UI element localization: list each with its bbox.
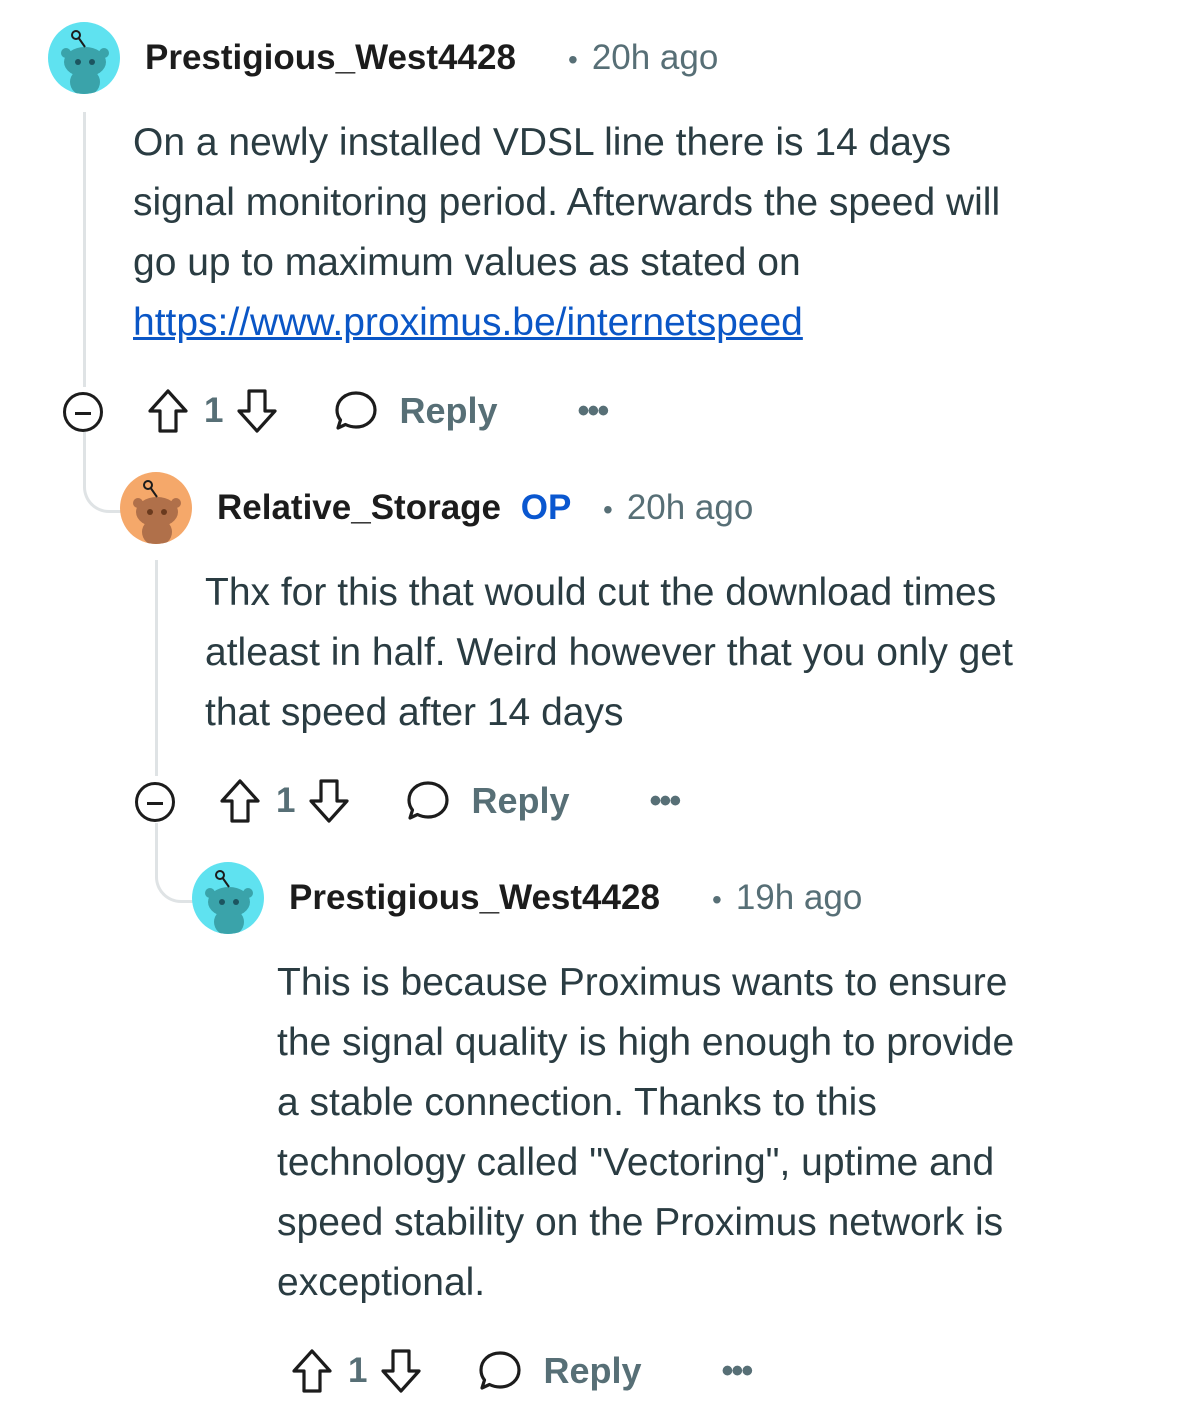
- comment-meta: • 20h ago: [554, 38, 718, 80]
- downvote-icon[interactable]: [379, 1347, 423, 1395]
- collapse-button[interactable]: [135, 782, 175, 822]
- comment-meta: • 20h ago: [589, 488, 753, 530]
- comment-line: atleast in half. Weird however that you …: [205, 631, 1013, 674]
- separator-dot: •: [712, 884, 722, 915]
- snoo-avatar-icon: [120, 472, 192, 544]
- comment-line: This is because Proximus wants to ensure: [277, 961, 1008, 1004]
- upvote-icon[interactable]: [218, 777, 262, 825]
- op-badge: OP: [520, 488, 572, 527]
- comment-body: This is because Proximus wants to ensure…: [277, 953, 1157, 1313]
- comment-line: go up to maximum values as stated on: [133, 241, 801, 284]
- comment-author[interactable]: Prestigious_West4428: [145, 38, 516, 78]
- comment-line: the signal quality is high enough to pro…: [277, 1021, 1015, 1064]
- downvote-icon[interactable]: [235, 387, 279, 435]
- downvote-icon[interactable]: [307, 777, 351, 825]
- reply-label: Reply: [543, 1350, 642, 1391]
- reply-bubble-icon: [407, 781, 450, 820]
- snoo-avatar-icon: [192, 862, 264, 934]
- reply-label: Reply: [399, 390, 498, 431]
- comment-actions: 1 Reply •••: [218, 776, 682, 826]
- upvote-icon[interactable]: [146, 387, 190, 435]
- comment-line: Thx for this that would cut the download…: [205, 571, 997, 614]
- comment-time[interactable]: 19h ago: [736, 878, 863, 917]
- author-name[interactable]: Relative_Storage: [217, 488, 501, 527]
- comment-time[interactable]: 20h ago: [627, 488, 754, 527]
- comment-body: On a newly installed VDSL line there is …: [133, 113, 1133, 353]
- comment-actions: 1 Reply •••: [290, 1346, 754, 1396]
- comment-author[interactable]: Relative_Storage OP: [217, 488, 571, 528]
- comment-link[interactable]: https://www.proximus.be/internetspeed: [133, 301, 803, 344]
- comment-line: technology called "Vectoring", uptime an…: [277, 1141, 995, 1184]
- vote-score: 1: [276, 781, 296, 820]
- more-icon[interactable]: •••: [722, 1354, 754, 1388]
- vote-score: 1: [348, 1351, 368, 1390]
- comment-line: signal monitoring period. Afterwards the…: [133, 181, 1001, 224]
- reply-bubble-icon: [479, 1351, 522, 1390]
- avatar[interactable]: [120, 472, 192, 544]
- more-icon[interactable]: •••: [650, 784, 682, 818]
- comment-line: On a newly installed VDSL line there is …: [133, 121, 951, 164]
- more-icon[interactable]: •••: [578, 394, 610, 428]
- snoo-avatar-icon: [48, 22, 120, 94]
- reply-label: Reply: [471, 780, 570, 821]
- comment-line: a stable connection. Thanks to this: [277, 1081, 877, 1124]
- comment-actions: 1 Reply •••: [146, 386, 610, 436]
- thread-elbow-2: [155, 823, 196, 903]
- comment-body: Thx for this that would cut the download…: [205, 563, 1165, 743]
- separator-dot: •: [603, 494, 613, 525]
- reply-button[interactable]: Reply: [477, 1348, 642, 1394]
- avatar[interactable]: [192, 862, 264, 934]
- reply-button[interactable]: Reply: [333, 388, 498, 434]
- separator-dot: •: [568, 44, 578, 75]
- comment-line: speed stability on the Proximus network …: [277, 1201, 1004, 1244]
- comment-meta: • 19h ago: [698, 878, 862, 920]
- thread-elbow-1: [83, 432, 124, 513]
- avatar[interactable]: [48, 22, 120, 94]
- thread-line-1: [83, 112, 86, 387]
- vote-score: 1: [204, 391, 224, 430]
- comment-line: exceptional.: [277, 1261, 486, 1304]
- thread-line-2: [155, 560, 158, 776]
- upvote-icon[interactable]: [290, 1347, 334, 1395]
- comment-author[interactable]: Prestigious_West4428: [289, 878, 660, 918]
- comment-line: that speed after 14 days: [205, 691, 624, 734]
- comment-time[interactable]: 20h ago: [592, 38, 719, 77]
- collapse-button[interactable]: [63, 392, 103, 432]
- reply-button[interactable]: Reply: [405, 778, 570, 824]
- reply-bubble-icon: [335, 391, 378, 430]
